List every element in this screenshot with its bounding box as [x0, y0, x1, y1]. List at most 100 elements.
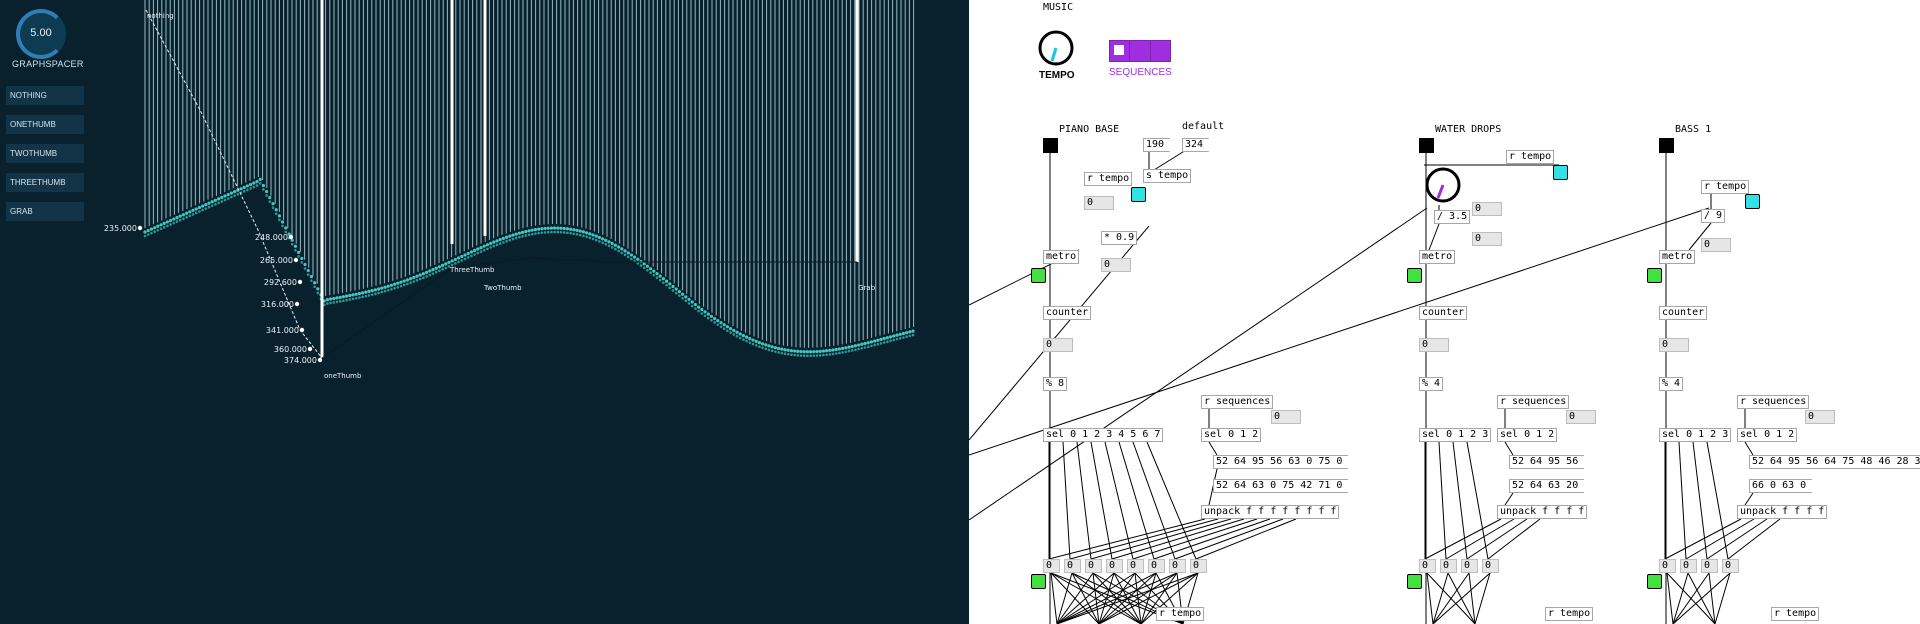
- water-tempo-number[interactable]: 0: [1472, 202, 1502, 216]
- marker-label: TwoThumb: [483, 284, 522, 292]
- piano-sel[interactable]: sel 0 1 2 3 4 5 6 7: [1043, 428, 1164, 442]
- tempo-label: TEMPO: [1039, 70, 1075, 81]
- y-axis-dot: [307, 346, 313, 352]
- bass-unpack[interactable]: unpack f f f f: [1737, 505, 1828, 519]
- piano-note-number[interactable]: 0: [1190, 559, 1207, 573]
- piano-msg-a[interactable]: 52 64 95 56 63 0 75 0: [1213, 455, 1348, 469]
- water-div-number[interactable]: 0: [1472, 232, 1502, 246]
- water-cyan-bang[interactable]: [1553, 165, 1568, 180]
- water-toggle[interactable]: [1419, 138, 1434, 153]
- sequences-radio[interactable]: [1109, 40, 1171, 62]
- bass-metro-bang[interactable]: [1647, 268, 1662, 283]
- water-metro[interactable]: metro: [1419, 250, 1456, 264]
- piano-counter-number[interactable]: 0: [1043, 338, 1073, 352]
- water-counter-number[interactable]: 0: [1419, 338, 1449, 352]
- marker-label: ThreeThumb: [449, 266, 495, 274]
- msg-190[interactable]: 190: [1143, 138, 1170, 152]
- piano-metro-bang[interactable]: [1031, 268, 1046, 283]
- sequences-cell-2[interactable]: [1150, 41, 1170, 61]
- bass-counter[interactable]: counter: [1659, 306, 1708, 320]
- piano-r-tempo-bottom[interactable]: r tempo: [1156, 607, 1205, 621]
- piano-mult-number[interactable]: 0: [1101, 258, 1131, 272]
- water-msg-a[interactable]: 52 64 95 56: [1509, 455, 1584, 469]
- bass-note-numbers: 0000: [1659, 559, 1739, 573]
- bass-cyan-bang[interactable]: [1745, 194, 1760, 209]
- bass-r-sequences[interactable]: r sequences: [1737, 395, 1810, 409]
- bass-note-number[interactable]: 0: [1722, 559, 1739, 573]
- nothing-button[interactable]: NOTHING: [6, 86, 84, 105]
- tempo-knob[interactable]: [1037, 28, 1077, 68]
- water-unpack[interactable]: unpack f f f f: [1497, 505, 1588, 519]
- piano-msg-b[interactable]: 52 64 63 0 75 42 71 0: [1213, 479, 1348, 493]
- water-seq-number[interactable]: 0: [1566, 410, 1596, 424]
- onethumb-button[interactable]: ONETHUMB: [6, 115, 84, 134]
- twothumb-button[interactable]: TWOTHUMB: [6, 144, 84, 163]
- msg-324[interactable]: 324: [1182, 138, 1209, 152]
- sequences-label: SEQUENCES: [1109, 67, 1172, 78]
- bass-counter-number[interactable]: 0: [1659, 338, 1689, 352]
- sequences-cell-1[interactable]: [1130, 41, 1151, 61]
- piano-r-sequences[interactable]: r sequences: [1201, 395, 1274, 409]
- bass-r-tempo[interactable]: r tempo: [1701, 180, 1750, 194]
- piano-note-number[interactable]: 0: [1127, 559, 1144, 573]
- piano-mod[interactable]: % 8: [1043, 377, 1068, 391]
- bass-seq-number[interactable]: 0: [1805, 410, 1835, 424]
- water-sel[interactable]: sel 0 1 2 3: [1419, 428, 1492, 442]
- water-div[interactable]: / 3.5: [1434, 210, 1471, 224]
- bass-msg-a[interactable]: 52 64 95 56 64 75 48 46 28 3: [1749, 455, 1920, 469]
- water-r-tempo[interactable]: r tempo: [1506, 150, 1555, 164]
- water-r-sequences[interactable]: r sequences: [1497, 395, 1570, 409]
- piano-s-tempo[interactable]: s tempo: [1143, 169, 1192, 183]
- water-note-number[interactable]: 0: [1461, 559, 1478, 573]
- piano-counter[interactable]: counter: [1043, 306, 1092, 320]
- piano-note-number[interactable]: 0: [1169, 559, 1186, 573]
- water-metro-bang[interactable]: [1407, 268, 1422, 283]
- piano-metro[interactable]: metro: [1043, 250, 1080, 264]
- piano-toggle[interactable]: [1043, 138, 1058, 153]
- piano-r-tempo[interactable]: r tempo: [1084, 172, 1133, 186]
- water-note-number[interactable]: 0: [1440, 559, 1457, 573]
- water-note-number[interactable]: 0: [1482, 559, 1499, 573]
- sequences-cell-0[interactable]: [1110, 41, 1131, 61]
- threethumb-button[interactable]: THREETHUMB: [6, 173, 84, 192]
- piano-note-numbers: 00000000: [1043, 559, 1207, 573]
- bass-toggle[interactable]: [1659, 138, 1674, 153]
- bass-note-number[interactable]: 0: [1701, 559, 1718, 573]
- water-mod[interactable]: % 4: [1419, 377, 1444, 391]
- bass-div-number[interactable]: 0: [1701, 238, 1731, 252]
- bass-mod[interactable]: % 4: [1659, 377, 1684, 391]
- bass-out-bang[interactable]: [1647, 574, 1662, 589]
- piano-out-bang[interactable]: [1031, 574, 1046, 589]
- graphspacer-knob[interactable]: 5.00: [16, 9, 66, 59]
- grab-button[interactable]: GRAB: [6, 202, 84, 221]
- bass-note-number[interactable]: 0: [1659, 559, 1676, 573]
- piano-note-number[interactable]: 0: [1148, 559, 1165, 573]
- bass-metro[interactable]: metro: [1659, 250, 1696, 264]
- piano-seq-number[interactable]: 0: [1271, 410, 1301, 424]
- water-counter[interactable]: counter: [1419, 306, 1468, 320]
- water-msg-b[interactable]: 52 64 63 20: [1509, 479, 1584, 493]
- thumb-path: [321, 257, 857, 359]
- piano-unpack[interactable]: unpack f f f f f f f f: [1201, 505, 1340, 519]
- piano-sel2[interactable]: sel 0 1 2: [1201, 428, 1262, 442]
- piano-note-number[interactable]: 0: [1106, 559, 1123, 573]
- water-r-tempo-bottom[interactable]: r tempo: [1545, 607, 1594, 621]
- piano-note-number[interactable]: 0: [1085, 559, 1102, 573]
- piano-cyan-bang[interactable]: [1131, 187, 1146, 202]
- water-note-number[interactable]: 0: [1419, 559, 1436, 573]
- piano-note-number[interactable]: 0: [1064, 559, 1081, 573]
- bass-r-tempo-bottom[interactable]: r tempo: [1771, 607, 1820, 621]
- bass-sel[interactable]: sel 0 1 2 3: [1659, 428, 1732, 442]
- piano-tempo-number[interactable]: 0: [1084, 196, 1114, 210]
- bass-div[interactable]: / 9: [1701, 209, 1726, 223]
- piano-mult[interactable]: * 0.9: [1101, 231, 1138, 245]
- nothing-path: [145, 9, 323, 359]
- y-axis-label: 248.000: [255, 233, 288, 242]
- bass-sel2[interactable]: sel 0 1 2: [1737, 428, 1798, 442]
- bass-msg-b[interactable]: 66 0 63 0: [1749, 479, 1812, 493]
- water-out-bang[interactable]: [1407, 574, 1422, 589]
- water-knob[interactable]: [1424, 165, 1464, 205]
- water-sel2[interactable]: sel 0 1 2: [1497, 428, 1558, 442]
- bass-note-number[interactable]: 0: [1680, 559, 1697, 573]
- piano-note-number[interactable]: 0: [1043, 559, 1060, 573]
